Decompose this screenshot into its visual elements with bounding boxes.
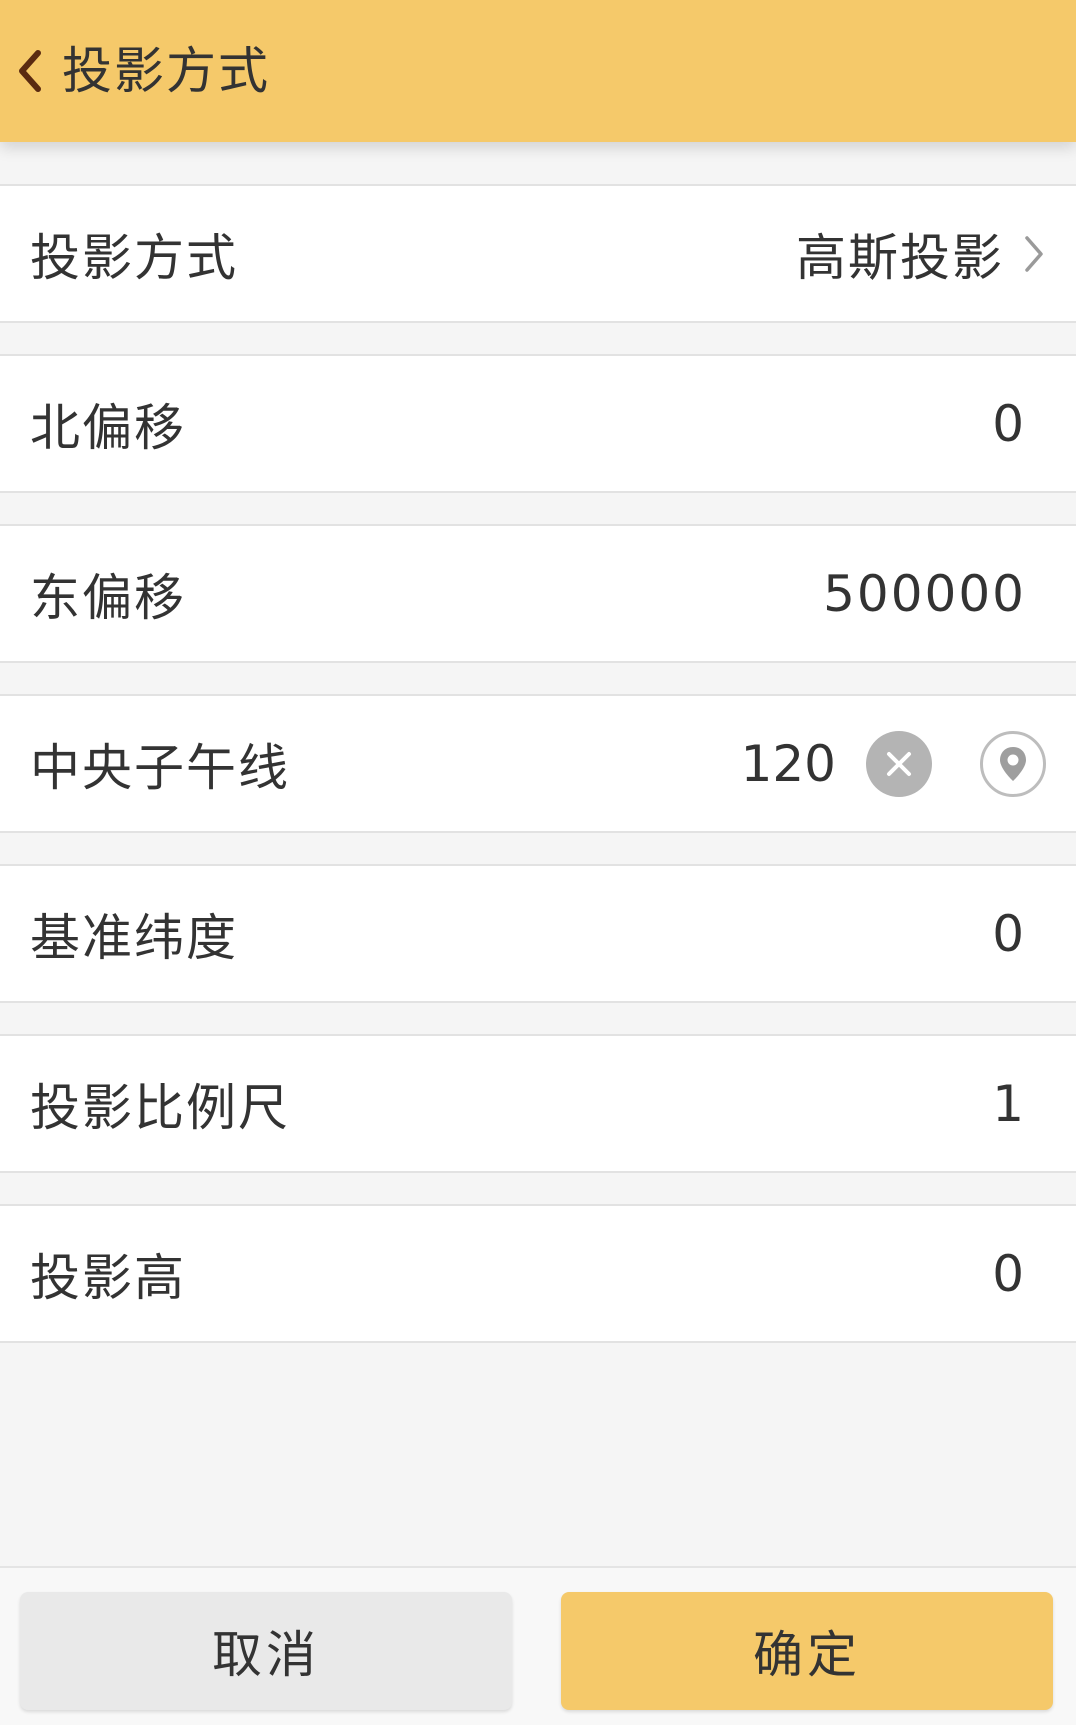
app-header: 投影方式 <box>0 0 1076 142</box>
row-label: 中央子午线 <box>30 738 290 797</box>
row-label: 投影高 <box>30 1248 186 1307</box>
settings-list: 投影方式 高斯投影 北偏移 0 东偏移 500000 中央子午线 120 基准纬… <box>0 184 1076 1374</box>
row-projection-method[interactable]: 投影方式 高斯投影 <box>0 184 1076 323</box>
central-meridian-input[interactable] <box>636 734 836 793</box>
footer-bar: 取消 确定 <box>0 1566 1076 1725</box>
row-reference-latitude[interactable]: 基准纬度 0 <box>0 864 1076 1003</box>
cancel-button[interactable]: 取消 <box>20 1592 512 1710</box>
projection-height-value[interactable]: 0 <box>992 1245 1026 1303</box>
chevron-left-icon[interactable] <box>10 36 50 106</box>
reference-latitude-value[interactable]: 0 <box>992 905 1026 963</box>
page-title: 投影方式 <box>62 42 270 100</box>
row-central-meridian: 中央子午线 <box>0 694 1076 833</box>
east-offset-value[interactable]: 500000 <box>823 565 1026 623</box>
row-projection-height[interactable]: 投影高 0 <box>0 1204 1076 1343</box>
location-pin-icon[interactable] <box>980 730 1046 797</box>
projection-scale-value[interactable]: 1 <box>992 1075 1026 1133</box>
row-projection-scale[interactable]: 投影比例尺 1 <box>0 1034 1076 1173</box>
row-label: 投影方式 <box>30 228 238 287</box>
row-label: 东偏移 <box>30 568 186 627</box>
north-offset-value[interactable]: 0 <box>992 395 1026 453</box>
projection-method-select[interactable]: 高斯投影 <box>796 218 1004 290</box>
confirm-button[interactable]: 确定 <box>561 1592 1053 1710</box>
row-north-offset[interactable]: 北偏移 0 <box>0 354 1076 493</box>
clear-icon[interactable] <box>866 730 932 797</box>
row-label: 投影比例尺 <box>30 1078 290 1137</box>
row-east-offset[interactable]: 东偏移 500000 <box>0 524 1076 663</box>
back-button[interactable] <box>10 36 50 106</box>
row-label: 基准纬度 <box>30 908 238 967</box>
row-label: 北偏移 <box>30 398 186 457</box>
chevron-right-icon[interactable] <box>1020 230 1048 278</box>
